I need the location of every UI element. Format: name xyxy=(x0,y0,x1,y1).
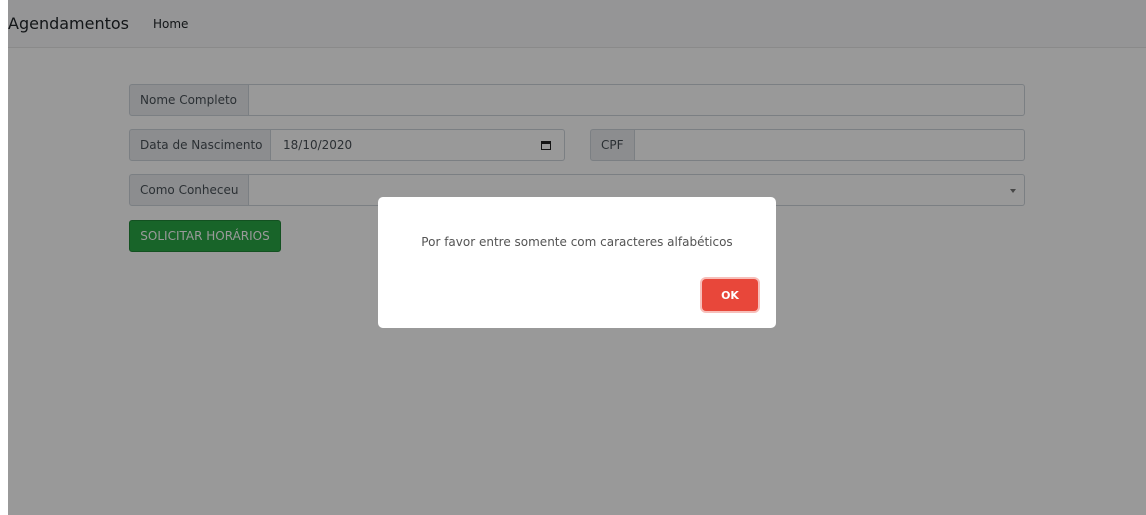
alert-dialog: Por favor entre somente com caracteres a… xyxy=(378,197,776,328)
app-window: Agendamentos Home Nome Completo Data de … xyxy=(8,0,1146,515)
ok-button[interactable]: OK xyxy=(702,279,758,311)
alert-message: Por favor entre somente com caracteres a… xyxy=(421,235,733,249)
modal-backdrop[interactable]: Por favor entre somente com caracteres a… xyxy=(8,0,1146,515)
